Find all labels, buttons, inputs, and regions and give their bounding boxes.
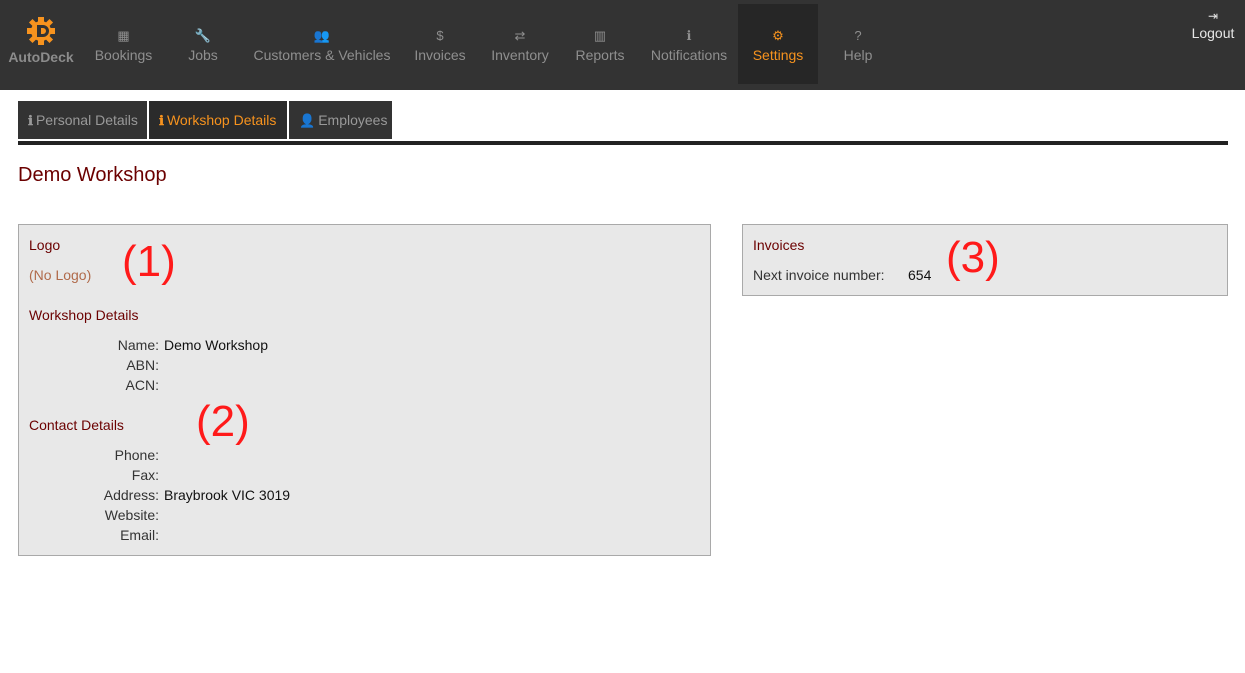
autodeck-gear-icon (27, 17, 55, 45)
question-icon: ? (854, 28, 862, 43)
nav-label: Customers & Vehicles (253, 47, 391, 63)
nav-label: Bookings (94, 47, 153, 63)
nav-settings[interactable]: ⚙ Settings (738, 4, 818, 84)
nav-bookings[interactable]: ▦ Bookings (85, 4, 162, 84)
contact-details-heading: Contact Details (29, 417, 124, 433)
logout-button[interactable]: ⇥ Logout (1186, 6, 1240, 42)
nav-label: Reports (575, 47, 625, 63)
tab-label: Employees (318, 112, 388, 128)
wrench-icon: 🔧 (194, 28, 212, 43)
invoices-heading: Invoices (753, 237, 805, 253)
address-label: Address: (103, 487, 159, 503)
nav-help[interactable]: ? Help (828, 4, 888, 84)
tab-workshop-details[interactable]: ℹ Workshop Details (149, 101, 287, 139)
logout-label: Logout (1191, 25, 1235, 41)
abn-label: ABN: (126, 357, 159, 373)
nav-label: Invoices (414, 47, 466, 63)
brand-logo[interactable]: AutoDeck (6, 16, 76, 70)
sign-out-icon: ⇥ (1207, 9, 1219, 23)
brand-name: AutoDeck (8, 49, 74, 65)
website-label: Website: (104, 507, 159, 523)
workshop-details-heading: Workshop Details (29, 307, 139, 323)
info-icon: ℹ (28, 113, 33, 128)
tab-divider (18, 141, 1228, 145)
bar-chart-icon: ▥ (593, 28, 607, 43)
retweet-icon: ⇄ (514, 28, 526, 43)
nav-customers-vehicles[interactable]: 👥 Customers & Vehicles (244, 4, 400, 84)
name-value: Demo Workshop (164, 337, 269, 353)
nav-jobs[interactable]: 🔧 Jobs (174, 4, 232, 84)
info-circle-icon: ℹ (686, 28, 692, 43)
nav-invoices[interactable]: $ Invoices (405, 4, 475, 84)
tab-personal-details[interactable]: ℹ Personal Details (18, 101, 147, 139)
nav-inventory[interactable]: ⇄ Inventory (482, 4, 558, 84)
nav-label: Jobs (188, 47, 218, 63)
logo-heading: Logo (29, 237, 61, 253)
next-invoice-number-label: Next invoice number: (753, 267, 885, 283)
page-title: Demo Workshop (18, 164, 167, 186)
users-icon: 👥 (313, 28, 331, 43)
cogs-icon: ⚙ (772, 28, 784, 43)
dollar-icon: $ (436, 28, 444, 43)
name-label: Name: (117, 337, 159, 353)
nav-label: Settings (752, 47, 804, 63)
email-label: Email: (120, 527, 159, 543)
annotation-marker-2: (2) (196, 397, 250, 446)
user-icon: 👤 (299, 113, 316, 128)
calendar-icon: ▦ (117, 28, 130, 43)
tab-label: Personal Details (35, 112, 138, 128)
tab-employees[interactable]: 👤 Employees (289, 101, 392, 139)
nav-reports[interactable]: ▥ Reports (566, 4, 634, 84)
nav-label: Inventory (491, 47, 549, 63)
address-value: Braybrook VIC 3019 (164, 487, 291, 503)
phone-label: Phone: (114, 447, 159, 463)
tab-label: Workshop Details (166, 112, 277, 128)
fax-label: Fax: (131, 467, 159, 483)
nav-label: Help (843, 47, 873, 63)
nav-label: Notifications (650, 47, 728, 63)
annotation-marker-1: (1) (122, 237, 176, 286)
nav-notifications[interactable]: ℹ Notifications (642, 4, 736, 84)
info-icon: ℹ (159, 113, 164, 128)
top-navbar: AutoDeck ▦ Bookings 🔧 Jobs 👥 Customers &… (0, 0, 1245, 90)
annotation-marker-3: (3) (946, 233, 1000, 282)
next-invoice-number-value: 654 (908, 267, 932, 283)
acn-label: ACN: (125, 377, 159, 393)
logo-value: (No Logo) (29, 267, 92, 283)
